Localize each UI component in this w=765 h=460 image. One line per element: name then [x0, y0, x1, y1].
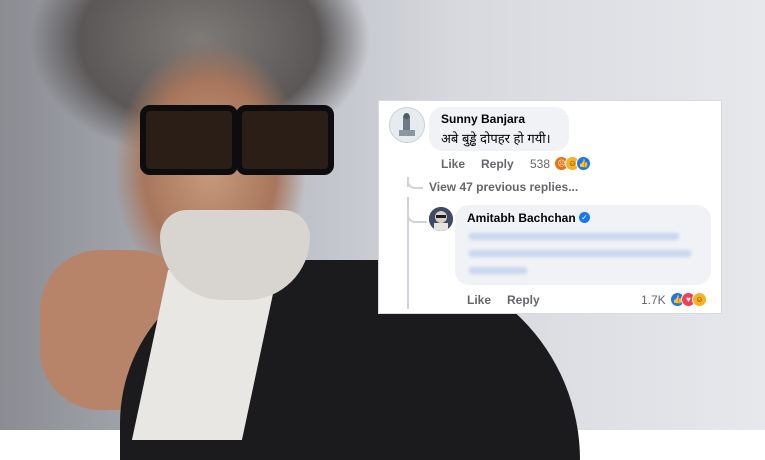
reply-author[interactable]: Amitabh Bachchan [467, 211, 576, 225]
reaction-count[interactable]: 538 [530, 157, 550, 171]
photo-lens-right [236, 105, 334, 175]
avatar-sketch-icon [390, 108, 424, 142]
blurred-reply-text [469, 267, 527, 274]
photo-lens-left [140, 105, 238, 175]
reply-button[interactable]: Reply [507, 293, 540, 307]
reply-connector [407, 209, 427, 223]
haha-reaction-icon: ☺ [692, 292, 707, 307]
comment-author[interactable]: Sunny Banjara [441, 112, 525, 126]
like-button[interactable]: Like [467, 293, 491, 307]
blurred-reply-text [469, 250, 691, 257]
avatar[interactable] [429, 207, 453, 231]
view-previous-replies-link[interactable]: View 47 previous replies... [429, 180, 578, 194]
avatar-portrait-icon [429, 207, 453, 231]
like-reaction-icon: 👍 [576, 156, 591, 171]
thread-connector [407, 179, 423, 189]
verified-badge-icon: ✓ [579, 212, 590, 223]
comment-panel: Sunny Banjara अबे बुड्ढे दोपहर हो गयी। L… [378, 100, 722, 314]
blurred-reply-text [469, 233, 679, 240]
reaction-count[interactable]: 1.7K [641, 293, 666, 307]
comment-text: अबे बुड्ढे दोपहर हो गयी। [441, 131, 551, 146]
avatar[interactable] [389, 107, 425, 143]
like-button[interactable]: Like [441, 157, 465, 171]
photo-glasses [140, 105, 334, 175]
reply-button[interactable]: Reply [481, 157, 514, 171]
